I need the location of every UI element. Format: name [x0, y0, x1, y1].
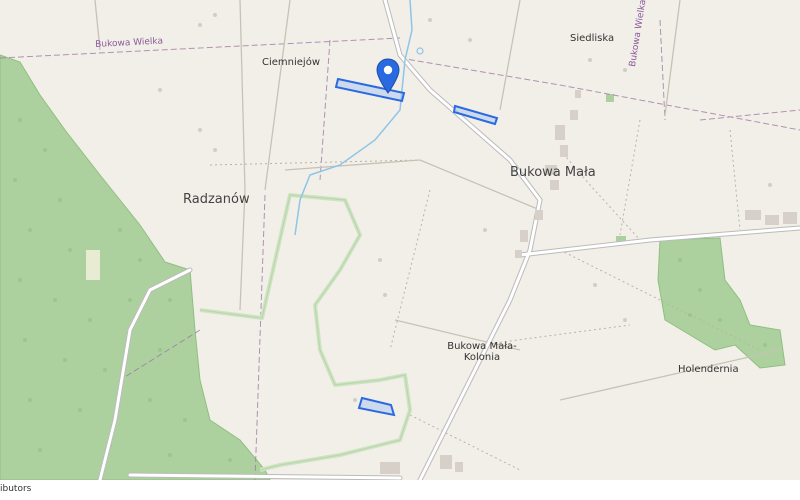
- place-label-ciemniejow: Ciemniejów: [262, 57, 320, 68]
- place-label-bukowa-mala-kolonia: Bukowa Mała- Kolonia: [446, 341, 518, 363]
- map-pin-icon[interactable]: [376, 58, 400, 94]
- place-label-bukowa-mala: Bukowa Mała: [510, 165, 596, 180]
- map-canvas[interactable]: Bukowa Wielka Bukowa Wielka Ciemniejów S…: [0, 0, 800, 480]
- place-label-radzanow: Radzanów: [183, 192, 250, 207]
- map-base-layer: [0, 0, 800, 480]
- place-label-bukowa-mala-kolonia-line2: Kolonia: [463, 352, 501, 363]
- place-label-holendernia: Holendernia: [678, 364, 739, 375]
- place-label-bukowa-mala-kolonia-line1: Bukowa Mała-: [447, 341, 517, 352]
- map-attribution[interactable]: ibutors: [0, 484, 31, 494]
- place-label-siedliska: Siedliska: [570, 33, 615, 44]
